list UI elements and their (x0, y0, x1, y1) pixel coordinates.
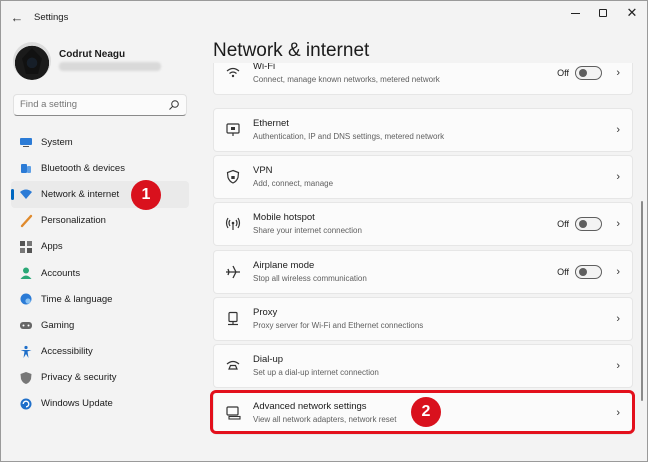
shield-icon (20, 371, 32, 384)
card-subtitle: Authentication, IP and DNS settings, met… (253, 132, 445, 141)
sidebar-item-label: Time & language (41, 293, 113, 305)
user-email-blurred (59, 62, 161, 71)
sidebar-item-system[interactable]: System (11, 129, 189, 155)
sidebar-item-label: Accessibility (41, 346, 93, 358)
sidebar-item-gaming[interactable]: Gaming (11, 312, 189, 338)
chevron-right-icon: › (616, 360, 620, 372)
callout-badge-1: 1 (131, 180, 161, 210)
ethernet-icon (226, 123, 240, 136)
sidebar-item-label: Bluetooth & devices (41, 162, 125, 174)
monitor-icon (20, 138, 32, 148)
sidebar-item-label: Network & internet (41, 188, 120, 200)
sidebar-item-label: Gaming (41, 319, 75, 331)
card-title: Mobile hotspot (253, 212, 315, 223)
minimize-button[interactable] (563, 5, 587, 21)
proxy-icon (228, 311, 238, 326)
user-name: Codrut Neagu (59, 49, 126, 60)
card-subtitle: Proxy server for Wi-Fi and Ethernet conn… (253, 321, 424, 330)
maximize-icon (599, 9, 607, 18)
sidebar-item-accounts[interactable]: Accounts (11, 260, 189, 286)
sidebar-item-privacy[interactable]: Privacy & security (11, 365, 189, 391)
airplane-mode-toggle[interactable] (575, 265, 602, 279)
search-box[interactable] (13, 94, 187, 116)
card-title: Airplane mode (253, 260, 315, 271)
search-icon[interactable] (168, 99, 180, 111)
hotspot-toggle[interactable] (575, 217, 602, 231)
chevron-right-icon: › (616, 124, 620, 136)
page-title: Network & internet (213, 40, 370, 61)
maximize-button[interactable] (591, 5, 615, 21)
close-button[interactable]: ✕ (620, 5, 644, 21)
chevron-right-icon: › (616, 266, 620, 278)
gamepad-icon (20, 322, 32, 330)
chevron-right-icon: › (616, 171, 620, 183)
card-wifi[interactable]: Wi-Fi Connect, manage known networks, me… (213, 63, 633, 95)
card-subtitle: Stop all wireless communication (253, 274, 367, 283)
sidebar-item-label: Apps (41, 241, 63, 253)
sidebar-item-accessibility[interactable]: Accessibility (11, 339, 189, 365)
wifi-icon (226, 67, 240, 78)
bluetooth-icon (21, 164, 31, 174)
chevron-right-icon: › (616, 313, 620, 325)
card-subtitle: Add, connect, manage (253, 179, 334, 188)
search-input[interactable] (20, 99, 170, 110)
accessibility-icon (20, 345, 32, 358)
sidebar-item-time-language[interactable]: Time & language (11, 286, 189, 312)
scrollbar[interactable] (641, 201, 643, 401)
card-airplane-mode[interactable]: Airplane mode Stop all wireless communic… (213, 250, 633, 294)
wifi-icon (20, 189, 32, 200)
callout-badge-2: 2 (411, 397, 441, 427)
apps-icon (20, 240, 32, 253)
brush-icon (20, 214, 33, 227)
sidebar-item-apps[interactable]: Apps (11, 234, 189, 260)
wifi-toggle[interactable] (575, 66, 602, 80)
sidebar-item-windows-update[interactable]: Windows Update (11, 391, 189, 417)
card-mobile-hotspot[interactable]: Mobile hotspot Share your internet conne… (213, 202, 633, 246)
minimize-icon (570, 12, 580, 14)
globe-icon (20, 293, 32, 305)
chevron-right-icon: › (616, 67, 620, 79)
vpn-shield-icon (226, 169, 240, 184)
sidebar-item-label: Privacy & security (41, 372, 117, 384)
card-title: Wi-Fi (253, 63, 276, 72)
card-dial-up[interactable]: Dial-up Set up a dial-up internet connec… (213, 344, 633, 388)
card-title: Ethernet (253, 118, 289, 129)
sidebar-item-network[interactable]: Network & internet (11, 181, 189, 208)
avatar[interactable] (13, 42, 51, 80)
sidebar-item-label: Windows Update (41, 398, 113, 410)
card-subtitle: Share your internet connection (253, 226, 362, 235)
card-ethernet[interactable]: Ethernet Authentication, IP and DNS sett… (213, 108, 633, 152)
sidebar-item-label: System (41, 136, 73, 148)
card-title: Dial-up (253, 354, 284, 365)
toggle-state-label: Off (557, 267, 569, 277)
sidebar-item-label: Accounts (41, 267, 81, 279)
sidebar-item-label: Personalization (41, 215, 106, 227)
title-bar: ← Settings ✕ (1, 1, 647, 35)
card-title: Proxy (253, 307, 278, 318)
card-title: VPN (253, 165, 273, 176)
chevron-right-icon: › (616, 218, 620, 230)
sidebar-item-personalization[interactable]: Personalization (11, 208, 189, 234)
card-proxy[interactable]: Proxy Proxy server for Wi-Fi and Etherne… (213, 297, 633, 341)
settings-window: ← Settings ✕ Codrut Neagu System Bluetoo… (0, 0, 648, 462)
update-icon (20, 398, 32, 410)
person-icon (20, 267, 32, 280)
toggle-state-label: Off (557, 219, 569, 229)
app-title: Settings (34, 12, 69, 23)
hotspot-icon (225, 217, 241, 230)
sidebar-nav: System Bluetooth & devices Network & int… (11, 129, 189, 417)
card-vpn[interactable]: VPN Add, connect, manage › (213, 155, 633, 199)
toggle-state-label: Off (557, 68, 569, 78)
airplane-icon (226, 265, 240, 279)
dialup-icon (226, 360, 240, 370)
card-subtitle: Connect, manage known networks, metered … (253, 75, 440, 84)
sidebar-item-bluetooth[interactable]: Bluetooth & devices (11, 155, 189, 181)
back-button[interactable]: ← (9, 10, 25, 26)
card-subtitle: Set up a dial-up internet connection (253, 368, 379, 377)
